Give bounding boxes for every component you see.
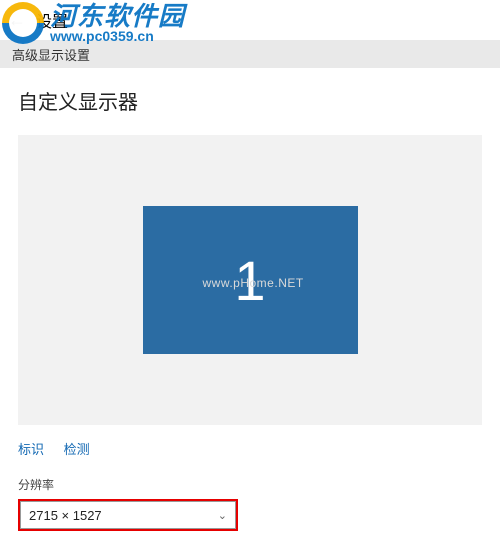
watermark-text: www.pHome.NET [203, 276, 304, 290]
breadcrumb: 高级显示设置 [12, 45, 90, 64]
chevron-down-icon: ⌄ [218, 509, 227, 522]
resolution-select[interactable]: 2715 × 1527 ⌄ [20, 501, 236, 529]
resolution-label: 分辨率 [0, 476, 500, 493]
back-button[interactable]: ← [8, 10, 26, 31]
resolution-value: 2715 × 1527 [29, 508, 102, 523]
monitor-tile-1[interactable]: www.pHome.NET 1 [143, 206, 358, 354]
page-title: 自定义显示器 [18, 86, 482, 115]
window-title: 设置 [36, 8, 68, 32]
identify-link[interactable]: 标识 [18, 442, 44, 457]
display-preview-area: www.pHome.NET 1 [18, 135, 482, 425]
resolution-highlight: 2715 × 1527 ⌄ [18, 499, 238, 531]
detect-link[interactable]: 检测 [64, 442, 90, 457]
